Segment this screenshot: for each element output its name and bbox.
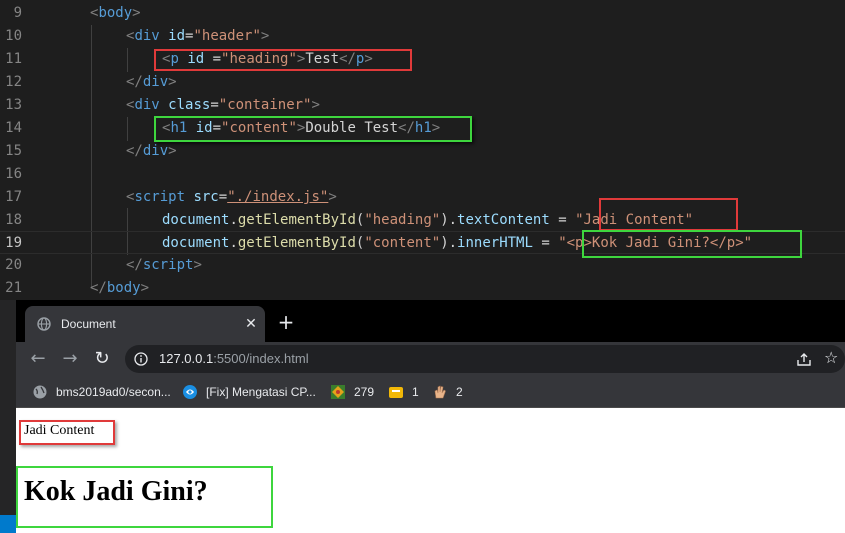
bookmark-favicon bbox=[183, 385, 197, 399]
bookmark-label: 1 bbox=[412, 385, 419, 399]
url-path: :5500/index.html bbox=[213, 351, 309, 366]
bookmark-label: 2 bbox=[456, 385, 463, 399]
code-token: src bbox=[193, 189, 219, 205]
bookmark-label: [Fix] Mengatasi CP... bbox=[206, 385, 316, 399]
line-number: 13 bbox=[5, 97, 22, 113]
code-token: id bbox=[168, 28, 186, 44]
script-src-link[interactable]: "./index.js" bbox=[227, 189, 328, 205]
code-line: 15 </div> bbox=[0, 140, 845, 163]
code-line: 16 bbox=[0, 163, 845, 186]
share-icon[interactable] bbox=[796, 351, 812, 367]
line-number: 10 bbox=[5, 28, 22, 44]
hand-icon bbox=[434, 385, 446, 399]
code-token: "header" bbox=[193, 28, 261, 44]
bookmark-item[interactable]: 2 bbox=[432, 376, 463, 408]
bookmark-item[interactable]: 279 bbox=[330, 376, 374, 408]
green-annotation-box bbox=[16, 466, 273, 528]
globe-icon bbox=[37, 317, 51, 331]
line-number: 12 bbox=[5, 74, 22, 90]
bookmark-label: bms2019ad0/secon... bbox=[56, 385, 171, 399]
tab-title: Document bbox=[61, 317, 116, 331]
code-token: script bbox=[134, 189, 186, 205]
line-number: 16 bbox=[5, 166, 22, 182]
tab-document[interactable]: Document ✕ bbox=[25, 306, 265, 342]
line-number: 20 bbox=[5, 257, 22, 273]
browser-toolbar: ← → ↻ 127.0.0.1:5500/index.html ☆ bbox=[16, 342, 845, 376]
code-token: getElementById bbox=[237, 212, 356, 228]
info-icon[interactable] bbox=[134, 352, 148, 366]
code-token: "heading" bbox=[364, 212, 441, 228]
new-tab-button[interactable]: + bbox=[274, 310, 298, 334]
code-token: div bbox=[142, 74, 169, 90]
globe-icon bbox=[33, 385, 47, 399]
code-line: 11 <p id ="heading">Test</p> bbox=[0, 48, 845, 71]
bookmark-item[interactable]: bms2019ad0/secon... bbox=[32, 376, 171, 408]
red-annotation-box bbox=[599, 198, 738, 231]
green-annotation-box bbox=[582, 230, 802, 258]
page-viewport: Jadi Content Kok Jadi Gini? bbox=[16, 408, 845, 533]
code-token: getElementById bbox=[237, 235, 356, 251]
code-token: script bbox=[142, 257, 194, 273]
code-token: div bbox=[134, 28, 160, 44]
code-token: div bbox=[142, 143, 169, 159]
line-number: 15 bbox=[5, 143, 22, 159]
line-number: 19 bbox=[5, 235, 22, 251]
code-line: 10 <div id="header"> bbox=[0, 25, 845, 48]
url-host: 127.0.0.1 bbox=[159, 351, 214, 366]
bookmark-star-icon[interactable]: ☆ bbox=[824, 348, 844, 368]
code-token: innerHTML bbox=[457, 235, 533, 251]
code-line: 9 <body> bbox=[0, 2, 845, 25]
code-token: body bbox=[98, 5, 133, 21]
code-token: "content" bbox=[364, 235, 441, 251]
bookmark-item[interactable]: 1 bbox=[388, 376, 419, 408]
close-tab-icon[interactable]: ✕ bbox=[243, 316, 259, 332]
browser-window: Document ✕ + ← → ↻ 127.0.0.1:5500/index.… bbox=[16, 300, 845, 533]
editor-sidebar-strip bbox=[0, 300, 16, 533]
code-line: 12 </div> bbox=[0, 71, 845, 94]
line-number: 18 bbox=[5, 212, 22, 228]
reload-button[interactable]: ↻ bbox=[90, 347, 114, 371]
tab-strip: Document ✕ + bbox=[16, 300, 845, 342]
code-line: 21 </body> bbox=[0, 277, 845, 300]
code-line: 13 <div class="container"> bbox=[0, 94, 845, 117]
red-annotation-box bbox=[154, 49, 412, 71]
red-annotation-box bbox=[19, 420, 115, 445]
code-editor[interactable]: 9 <body> 10 <div id="header"> 11 <p id =… bbox=[0, 0, 845, 300]
code-token: "container" bbox=[218, 97, 312, 113]
bookmarks-bar: bms2019ad0/secon... [Fix] Mengatasi CP..… bbox=[16, 376, 845, 408]
message-icon bbox=[389, 387, 403, 398]
green-annotation-box bbox=[154, 116, 472, 142]
bookmark-label: 279 bbox=[354, 385, 375, 399]
line-number: 14 bbox=[5, 120, 22, 136]
url-text: 127.0.0.1:5500/index.html bbox=[159, 345, 309, 373]
address-bar[interactable]: 127.0.0.1:5500/index.html ☆ bbox=[125, 345, 845, 373]
badge-icon bbox=[331, 385, 345, 399]
line-number: 17 bbox=[5, 189, 22, 205]
forward-button[interactable]: → bbox=[58, 347, 82, 371]
code-token: body bbox=[106, 280, 141, 296]
line-number: 21 bbox=[5, 280, 22, 296]
back-button[interactable]: ← bbox=[26, 347, 50, 371]
line-number: 9 bbox=[13, 5, 22, 21]
line-number: 11 bbox=[5, 51, 22, 67]
code-token: class bbox=[168, 97, 211, 113]
bookmark-item[interactable]: [Fix] Mengatasi CP... bbox=[182, 376, 316, 408]
code-token: document bbox=[162, 235, 230, 251]
status-bar-accent bbox=[0, 515, 16, 533]
code-token: div bbox=[134, 97, 160, 113]
code-token: textContent bbox=[457, 212, 550, 228]
code-token: document bbox=[162, 212, 230, 228]
